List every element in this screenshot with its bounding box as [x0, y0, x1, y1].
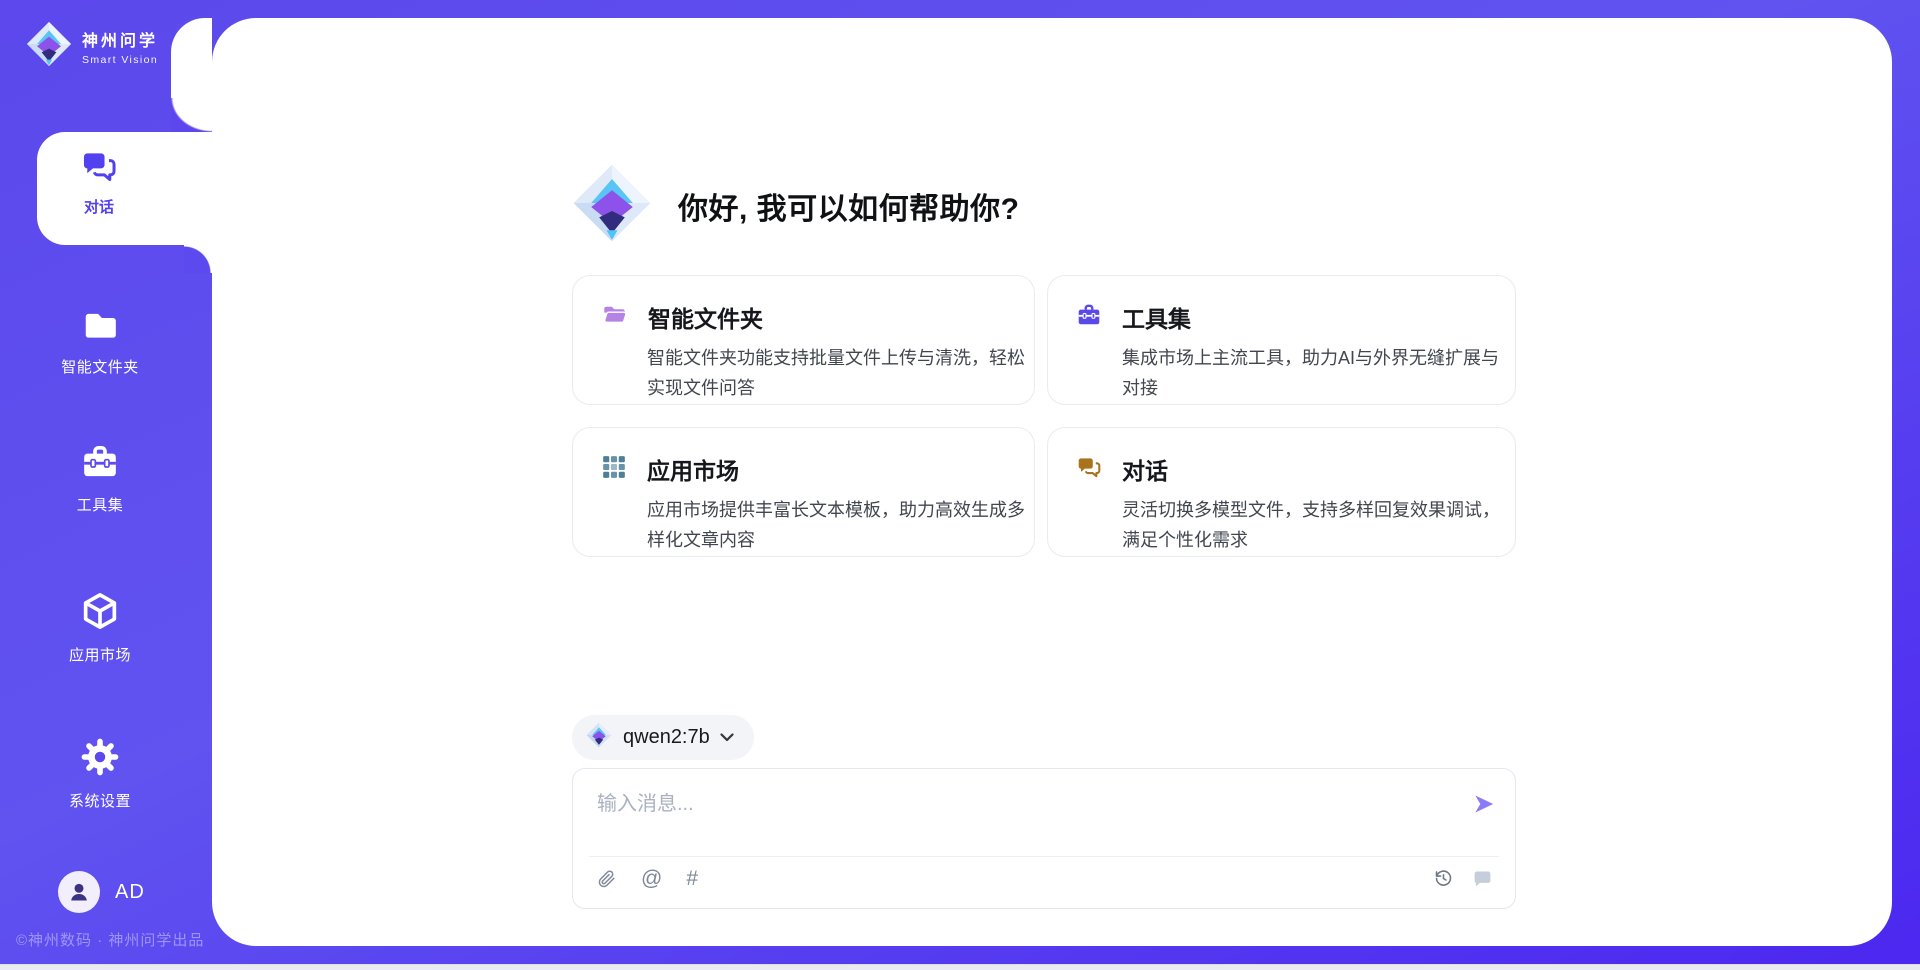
card-title: 应用市场: [647, 452, 739, 486]
brand-name: 神州问学: [82, 27, 158, 51]
card-description: 应用市场提供丰富长文本模板，助力高效生成多样化文章内容: [647, 495, 1035, 555]
card-app-market[interactable]: 应用市场 应用市场提供丰富长文本模板，助力高效生成多样化文章内容: [572, 427, 1035, 557]
greeting-header: 你好, 我可以如何帮助你?: [572, 163, 1020, 248]
model-selector[interactable]: qwen2:7b: [572, 715, 754, 760]
toolbox-icon: [80, 442, 120, 487]
folder-icon: [80, 306, 120, 349]
send-icon[interactable]: [1471, 791, 1497, 817]
user-initials: AD: [115, 881, 145, 904]
card-chat[interactable]: 对话 灵活切换多模型文件，支持多样回复效果调试，满足个性化需求: [1047, 427, 1516, 557]
sidebar-item-label: 应用市场: [69, 644, 131, 665]
model-name: qwen2:7b: [623, 726, 710, 749]
person-icon: [66, 879, 92, 905]
message-input[interactable]: [597, 787, 1437, 845]
sidebar-item-chat-active[interactable]: 对话: [37, 132, 212, 245]
sidebar-item-toolset[interactable]: 工具集: [0, 442, 200, 515]
card-smart-folder[interactable]: 智能文件夹 智能文件夹功能支持批量文件上传与清洗，轻松实现文件问答: [572, 275, 1035, 405]
card-title: 智能文件夹: [648, 300, 763, 334]
app-root: 神州问学 Smart Vision 对话 智能文件夹: [0, 0, 1920, 970]
chevron-down-icon: [720, 729, 734, 747]
sidebar-item-label: 工具集: [77, 494, 124, 515]
sidebar-item-smart-folder[interactable]: 智能文件夹: [0, 306, 200, 377]
user-profile[interactable]: AD: [58, 871, 145, 913]
sidebar-item-label: 智能文件夹: [61, 356, 139, 377]
card-description: 智能文件夹功能支持批量文件上传与清洗，轻松实现文件问答: [647, 343, 1035, 403]
avatar: [58, 871, 100, 913]
attachment-icon[interactable]: [597, 868, 617, 890]
brand-subtitle: Smart Vision: [82, 54, 158, 66]
brand-diamond-icon: [586, 722, 612, 753]
card-title: 对话: [1122, 452, 1168, 486]
chat-bubbles-icon: [1076, 454, 1102, 485]
sidebar-item-app-market[interactable]: 应用市场: [0, 590, 200, 665]
sidebar-item-label: 系统设置: [69, 790, 131, 811]
folder-open-icon: [601, 302, 628, 332]
mention-icon[interactable]: @: [641, 868, 662, 890]
card-description: 灵活切换多模型文件，支持多样回复效果调试，满足个性化需求: [1122, 495, 1510, 555]
chat-bubbles-icon: [78, 147, 120, 190]
card-description: 集成市场上主流工具，助力AI与外界无缝扩展与对接: [1122, 343, 1510, 403]
active-tab-join-curve: [184, 245, 212, 273]
grid-icon: [601, 454, 627, 485]
content-top-left-flare: [171, 18, 212, 98]
sidebar-item-system-settings[interactable]: 系统设置: [0, 736, 200, 811]
card-title: 工具集: [1122, 300, 1191, 334]
greeting-title: 你好, 我可以如何帮助你?: [678, 184, 1020, 228]
brand-diamond-icon: [572, 163, 652, 248]
brand-diamond-icon: [26, 21, 72, 72]
message-composer: @ #: [572, 768, 1516, 909]
chat-bubble-icon[interactable]: [1472, 868, 1493, 889]
hashtag-icon[interactable]: #: [686, 868, 698, 890]
sidebar-item-label: 对话: [84, 196, 114, 217]
card-toolset[interactable]: 工具集 集成市场上主流工具，助力AI与外界无缝扩展与对接: [1047, 275, 1516, 405]
feature-cards: 智能文件夹 智能文件夹功能支持批量文件上传与清洗，轻松实现文件问答 工具集 集成…: [572, 275, 1516, 557]
copyright-footer: ©神州数码 · 神州问学出品: [16, 929, 204, 950]
cube-icon: [79, 590, 121, 637]
brand-logo: 神州问学 Smart Vision: [26, 21, 158, 72]
gear-icon: [79, 736, 121, 783]
history-icon[interactable]: [1433, 868, 1454, 889]
composer-divider: [589, 856, 1499, 857]
content-flare-curve: [171, 98, 212, 132]
horizontal-scrollbar[interactable]: [0, 964, 1920, 970]
toolbox-icon: [1076, 302, 1102, 333]
